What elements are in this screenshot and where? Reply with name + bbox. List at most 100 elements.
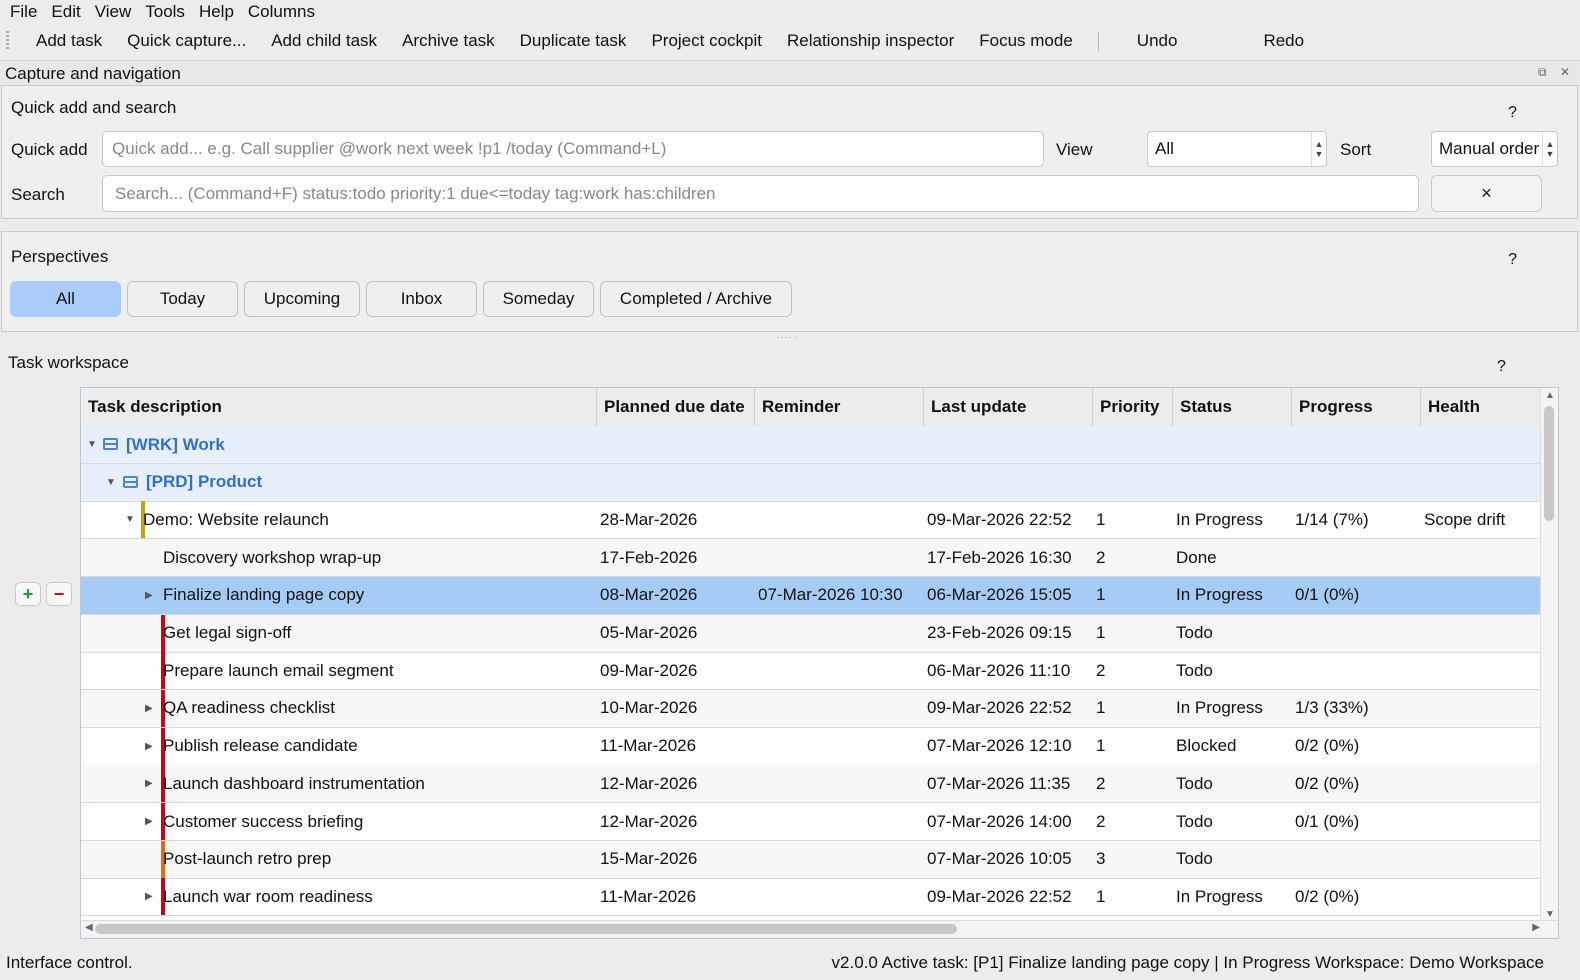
table-row[interactable]: Discovery workshop wrap-up 17-Feb-2026 17-… (81, 539, 1542, 578)
updated-cell: 07-Mar-2026 12:10 (927, 736, 1072, 756)
perspectives-help-icon[interactable]: ? (1508, 251, 1517, 269)
updated-cell: 07-Mar-2026 14:00 (927, 811, 1072, 831)
quick-add-help-icon[interactable]: ? (1508, 104, 1517, 122)
priority-cell: 1 (1096, 698, 1106, 718)
collapsed-chevron-icon[interactable]: ▶ (145, 728, 153, 765)
collapsed-chevron-icon[interactable]: ▶ (145, 803, 153, 840)
updated-cell: 07-Mar-2026 10:05 (927, 849, 1072, 869)
menu-file[interactable]: File (10, 2, 37, 22)
redo-button[interactable]: Redo (1263, 31, 1304, 51)
perspective-completed-archive[interactable]: Completed / Archive (600, 281, 792, 317)
vertical-scrollbar[interactable]: ▲ ▼ (1540, 388, 1558, 922)
clear-search-button[interactable]: × (1431, 175, 1542, 212)
add-task-button[interactable]: Add task (36, 31, 102, 51)
sort-select[interactable]: Manual order ▲ ▼ (1431, 131, 1558, 167)
horizontal-scroll-thumb[interactable] (95, 924, 957, 934)
dock-title: Capture and navigation (5, 64, 181, 83)
perspective-upcoming[interactable]: Upcoming (244, 281, 360, 317)
dock-close-icon[interactable]: ✕ (1560, 65, 1570, 79)
table-row[interactable]: ▶ QA readiness checklist 10-Mar-2026 09-Mar… (81, 689, 1542, 728)
task-description-cell: Launch dashboard instrumentation (163, 773, 425, 793)
table-row[interactable]: Post-launch retro prep 15-Mar-2026 07-Mar-… (81, 840, 1542, 879)
table-row[interactable]: Prepare launch email segment 09-Mar-2026 0… (81, 652, 1542, 691)
expanded-chevron-icon[interactable]: ▼ (125, 501, 135, 538)
table-row[interactable]: ▶ Publish release candidate 11-Mar-2026 07-… (81, 727, 1542, 766)
table-row[interactable]: ▶ Launch war room readiness 11-Mar-2026 09-… (81, 878, 1542, 917)
updated-cell: 09-Mar-2026 22:52 (927, 509, 1072, 529)
priority-cell: 2 (1096, 773, 1106, 793)
remove-row-button[interactable]: − (46, 582, 72, 606)
duplicate-task-button[interactable]: Duplicate task (520, 31, 627, 51)
progress-cell: 0/1 (0%) (1295, 811, 1360, 831)
column-status[interactable]: Status (1173, 388, 1292, 426)
table-row[interactable]: ▶ Launch dashboard instrumentation 12-Mar-… (81, 765, 1542, 804)
priority-cell: 1 (1096, 886, 1106, 906)
expanded-chevron-icon[interactable]: ▼ (106, 464, 116, 501)
status-cell: Todo (1176, 849, 1213, 869)
undo-button[interactable]: Undo (1137, 31, 1178, 51)
collapsed-chevron-icon[interactable]: ▶ (145, 765, 153, 802)
add-row-button[interactable]: + (15, 582, 41, 606)
perspective-someday[interactable]: Someday (483, 281, 594, 317)
column-task-description[interactable]: Task description (81, 388, 597, 426)
menu-view[interactable]: View (95, 2, 132, 22)
sort-label: Sort (1340, 140, 1372, 159)
collapsed-chevron-icon[interactable]: ▶ (145, 878, 153, 915)
add-child-task-button[interactable]: Add child task (271, 31, 377, 51)
table-row[interactable]: ▶ Customer success briefing 12-Mar-2026 07-… (81, 803, 1542, 841)
menu-edit[interactable]: Edit (51, 2, 80, 22)
splitter-handle[interactable]: ····· (776, 332, 798, 343)
view-select[interactable]: All ▲ ▼ (1147, 131, 1327, 167)
task-description-cell: Launch war room readiness (163, 886, 373, 906)
status-cell: Todo (1176, 811, 1213, 831)
menu-help[interactable]: Help (199, 2, 234, 22)
quick-add-input[interactable]: Quick add... e.g. Call supplier @work ne… (102, 131, 1044, 167)
toolbar-grip[interactable] (6, 31, 9, 51)
folder-icon (123, 475, 138, 488)
menu-columns[interactable]: Columns (248, 2, 315, 22)
menu-tools[interactable]: Tools (145, 2, 185, 22)
collapsed-chevron-icon[interactable]: ▶ (145, 577, 153, 614)
column-planned-due-date[interactable]: Planned due date (597, 388, 755, 426)
vertical-scroll-thumb[interactable] (1544, 406, 1554, 521)
task-workspace-help-icon[interactable]: ? (1497, 358, 1506, 376)
status-right-text: v2.0.0 Active task: [P1] Finalize landin… (831, 953, 1544, 972)
expanded-chevron-icon[interactable]: ▼ (87, 426, 97, 463)
dock-float-icon[interactable]: ⧉ (1538, 65, 1547, 79)
archive-task-button[interactable]: Archive task (402, 31, 495, 51)
relationship-inspector-button[interactable]: Relationship inspector (787, 31, 954, 51)
table-row[interactable]: ▶ Finalize landing page copy 08-Mar-2026 07… (81, 576, 1542, 615)
toolbar: Add task Quick capture... Add child task… (0, 24, 1580, 58)
column-progress[interactable]: Progress (1292, 388, 1421, 426)
column-priority[interactable]: Priority (1093, 388, 1173, 426)
group-row[interactable]: ▼ [PRD] Product (81, 463, 1542, 502)
scroll-left-icon[interactable]: ◀ (85, 922, 93, 933)
priority-cell: 2 (1096, 811, 1106, 831)
dock-title-bar: Capture and navigation ⧉ ✕ (0, 60, 1580, 86)
status-cell: Blocked (1176, 736, 1237, 756)
table-row[interactable]: ▼ Demo: Website relaunch 28-Mar-2026 09-Mar… (81, 501, 1542, 540)
scroll-right-icon[interactable]: ▶ (1532, 922, 1540, 933)
scroll-down-icon[interactable]: ▼ (1545, 909, 1555, 920)
chevron-down-icon: ▲ ▼ (1311, 132, 1326, 166)
search-input[interactable]: Search... (Command+F) status:todo priori… (102, 175, 1419, 212)
column-reminder[interactable]: Reminder (755, 388, 924, 426)
task-tree[interactable]: Task description Planned due date Remind… (80, 387, 1559, 939)
collapsed-chevron-icon[interactable]: ▶ (145, 690, 153, 727)
horizontal-scrollbar[interactable]: ◀ ▶ (81, 920, 1558, 938)
group-row[interactable]: ▼ [WRK] Work (81, 426, 1542, 464)
quick-capture-button[interactable]: Quick capture... (127, 31, 246, 51)
updated-cell: 06-Mar-2026 15:05 (927, 585, 1072, 605)
focus-mode-button[interactable]: Focus mode (979, 31, 1073, 51)
perspective-all[interactable]: All (10, 281, 121, 317)
status-cell: In Progress (1176, 509, 1263, 529)
column-health[interactable]: Health (1421, 388, 1543, 426)
table-row[interactable]: Get legal sign-off 05-Mar-2026 23-Feb-2026… (81, 614, 1542, 653)
perspective-inbox[interactable]: Inbox (366, 281, 477, 317)
perspective-today[interactable]: Today (127, 281, 238, 317)
project-cockpit-button[interactable]: Project cockpit (651, 31, 762, 51)
scroll-up-icon[interactable]: ▲ (1545, 390, 1555, 401)
column-last-update[interactable]: Last update (924, 388, 1093, 426)
chevron-down-icon: ▲ ▼ (1542, 132, 1557, 166)
task-description-cell: Finalize landing page copy (163, 585, 365, 605)
